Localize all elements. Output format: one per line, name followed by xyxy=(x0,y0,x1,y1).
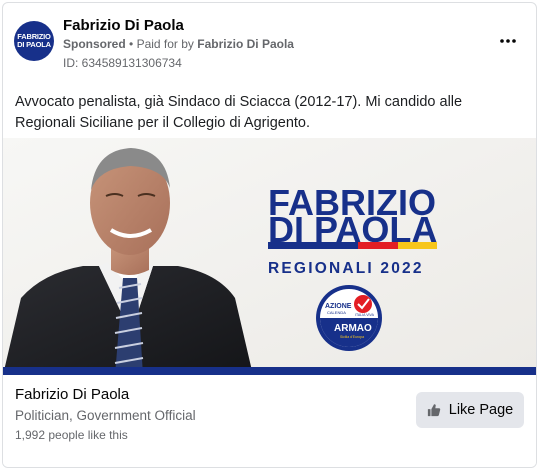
more-options-button[interactable] xyxy=(498,33,518,49)
ad-id: ID: 634589131306734 xyxy=(63,56,182,70)
stripe-red xyxy=(358,242,398,249)
sponsored-label: Sponsored xyxy=(63,37,126,51)
footer-category: Politician, Government Official xyxy=(15,408,196,423)
page-footer: Fabrizio Di Paola Politician, Government… xyxy=(3,375,536,467)
post-text: Avvocato penalista, già Sindaco di Sciac… xyxy=(15,94,463,131)
more-options-icon xyxy=(500,39,516,43)
hero-subtitle: REGIONALI 2022 xyxy=(268,260,424,277)
like-page-button[interactable]: Like Page xyxy=(416,392,524,428)
paid-for-by-name: Fabrizio Di Paola xyxy=(197,37,294,51)
hero-bottom-bar xyxy=(3,367,536,375)
stripe-blue xyxy=(268,242,358,249)
badge-top-sub-text: CALENDA xyxy=(327,310,346,315)
ad-card: FABRIZIO DI PAOLA Fabrizio Di Paola Spon… xyxy=(2,2,537,468)
footer-page-name[interactable]: Fabrizio Di Paola xyxy=(15,386,129,403)
ad-image[interactable]: FABRIZIO DI PAOLA REGIONALI 2022 AZIONE … xyxy=(3,138,536,375)
sponsored-line: Sponsored • Paid for by Fabrizio Di Paol… xyxy=(63,37,294,51)
post-header: FABRIZIO DI PAOLA Fabrizio Di Paola Spon… xyxy=(3,3,536,83)
badge-bottom-text: Sicilia d'Europa xyxy=(340,335,364,339)
page-avatar[interactable]: FABRIZIO DI PAOLA xyxy=(14,21,54,61)
badge-main-text: ARMAO xyxy=(334,323,372,334)
like-page-label: Like Page xyxy=(448,402,514,418)
badge-top-text: AZIONE xyxy=(325,303,352,310)
stripe-yellow xyxy=(398,242,437,249)
page-name-link[interactable]: Fabrizio Di Paola xyxy=(63,17,184,34)
ad-image-graphic: FABRIZIO DI PAOLA REGIONALI 2022 AZIONE … xyxy=(3,138,536,375)
party-badge: AZIONE CALENDA ITALIA VIVA ARMAO Sicilia… xyxy=(316,285,382,351)
paid-for-by-prefix: Paid for by xyxy=(136,37,194,51)
hero-title: FABRIZIO DI PAOLA xyxy=(268,182,437,250)
meta-separator: • xyxy=(129,37,134,51)
thumbs-up-icon xyxy=(427,404,440,417)
badge-right-text: ITALIA VIVA xyxy=(355,313,375,317)
avatar-text-line2: DI PAOLA xyxy=(17,40,51,49)
footer-like-count: 1,992 people like this xyxy=(15,428,128,442)
